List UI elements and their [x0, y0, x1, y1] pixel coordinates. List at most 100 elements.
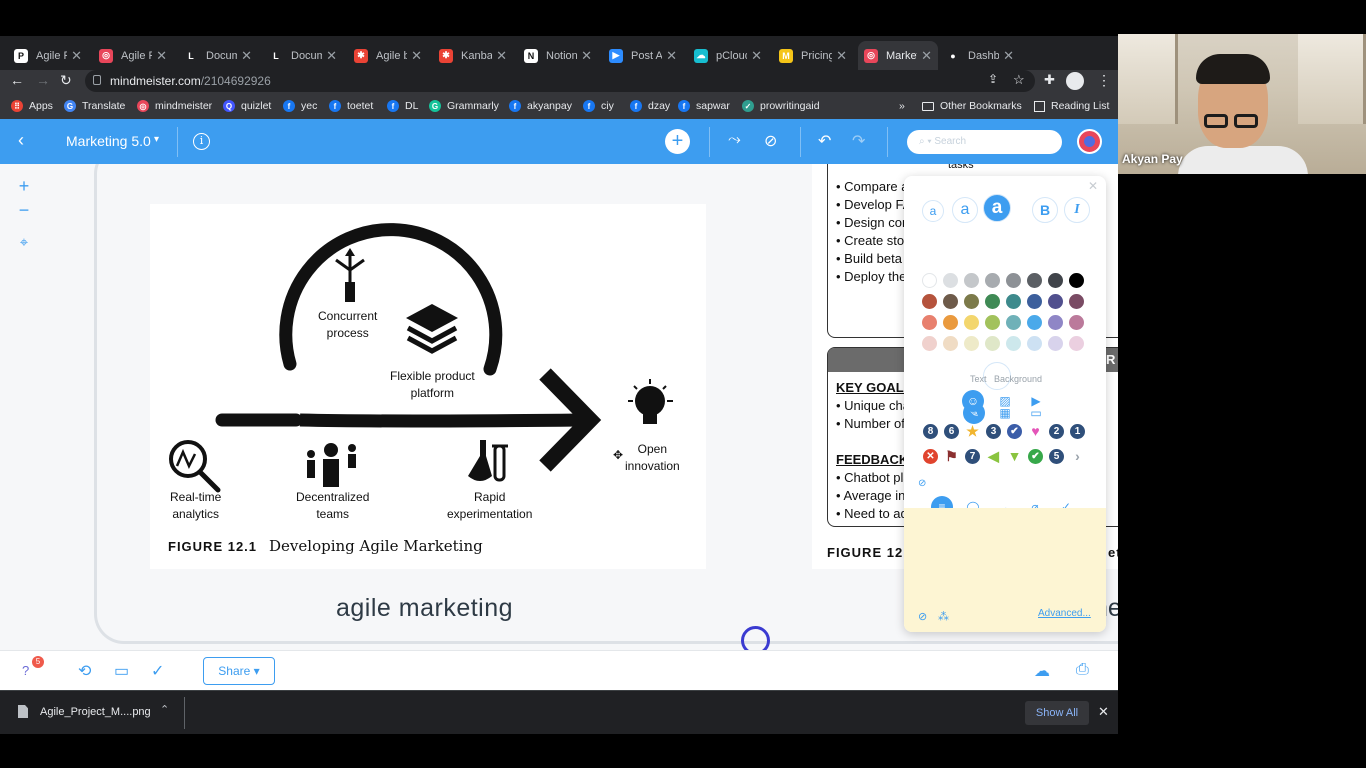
tab-close-icon[interactable]: ✕	[496, 48, 507, 64]
marker-icon[interactable]: 5	[1049, 449, 1064, 464]
browser-tab[interactable]: L Docume✕	[178, 41, 258, 70]
video-tab-icon[interactable]: ▶	[1025, 390, 1047, 412]
color-swatch[interactable]	[1006, 294, 1021, 309]
cloud-download-icon[interactable]: ☁	[1034, 661, 1050, 681]
bookmark-item[interactable]: f akyanpay	[509, 100, 572, 112]
font-size-large-button[interactable]: a	[983, 194, 1011, 222]
marker-icon[interactable]: 1	[1070, 424, 1085, 439]
tab-close-icon[interactable]: ✕	[836, 48, 847, 64]
browser-tab[interactable]: ✱ Agile ba✕	[348, 41, 428, 70]
bookmark-item[interactable]: ⠿ Apps	[11, 100, 53, 112]
bold-button[interactable]: B	[1032, 197, 1058, 223]
color-swatch[interactable]	[943, 294, 958, 309]
color-swatch[interactable]	[985, 273, 1000, 288]
info-icon[interactable]: i	[193, 133, 210, 150]
tab-close-icon[interactable]: ✕	[241, 48, 252, 64]
tab-close-icon[interactable]: ✕	[581, 48, 592, 64]
tab-close-icon[interactable]: ✕	[411, 48, 422, 64]
other-bookmarks-folder[interactable]: Other Bookmarks	[922, 100, 1022, 112]
color-swatch[interactable]	[1069, 315, 1084, 330]
zoom-in-icon[interactable]: +	[12, 176, 36, 200]
marker-icon[interactable]: ✔	[1007, 424, 1022, 439]
browser-menu-icon[interactable]: ⋮	[1097, 72, 1111, 89]
color-swatch[interactable]	[964, 294, 979, 309]
color-swatch[interactable]	[985, 336, 1000, 351]
marker-icon[interactable]: 2	[1049, 424, 1064, 439]
color-swatch[interactable]	[964, 336, 979, 351]
marker-icon[interactable]: ✕	[923, 449, 938, 464]
bookmark-item[interactable]: f DL	[387, 100, 418, 112]
color-swatch[interactable]	[1069, 273, 1084, 288]
color-swatch[interactable]	[985, 315, 1000, 330]
tab-close-icon[interactable]: ✕	[326, 48, 337, 64]
back-to-dashboard-icon[interactable]: ‹	[18, 130, 24, 151]
tab-close-icon[interactable]: ✕	[921, 48, 932, 64]
browser-tab[interactable]: L Docume✕	[263, 41, 343, 70]
color-swatch[interactable]	[922, 315, 937, 330]
show-all-downloads-button[interactable]: Show All	[1025, 701, 1089, 725]
color-swatch[interactable]	[943, 273, 958, 288]
close-icon[interactable]: ✕	[1088, 179, 1098, 193]
bookmark-item[interactable]: f toetet	[329, 100, 373, 112]
color-swatch[interactable]	[1027, 294, 1042, 309]
browser-tab[interactable]: N Notion ✕	[518, 41, 598, 70]
marker-icon[interactable]: ✔	[1028, 449, 1043, 464]
marker-icon[interactable]: ▼	[1007, 449, 1022, 464]
bookmark-item[interactable]: f yec	[283, 100, 317, 112]
bookmark-item[interactable]: G Grammarly	[429, 100, 499, 112]
marker-icon[interactable]: 8	[923, 424, 938, 439]
chevron-up-icon[interactable]: ⌃	[160, 703, 169, 716]
color-swatch[interactable]	[1006, 336, 1021, 351]
marker-icon[interactable]: ★	[965, 424, 980, 439]
reading-list-button[interactable]: Reading List	[1034, 100, 1109, 112]
tasks-check-icon[interactable]: ✓	[151, 661, 164, 681]
marker-icon[interactable]: 3	[986, 424, 1001, 439]
marker-icon[interactable]: 7	[965, 449, 980, 464]
browser-tab[interactable]: ◎ Marketi ✕	[858, 41, 938, 70]
bookmark-item[interactable]: f dzay	[630, 100, 670, 112]
tab-close-icon[interactable]: ✕	[1003, 48, 1014, 64]
marker-icon[interactable]: ♥	[1028, 424, 1043, 439]
bookmarks-overflow-button[interactable]: »	[899, 100, 905, 112]
clear-icon[interactable]: ⊘	[918, 478, 926, 489]
marker-icon[interactable]: ⚑	[944, 449, 959, 464]
reload-icon[interactable]: ↻	[60, 72, 72, 89]
advanced-link[interactable]: Advanced...	[1038, 608, 1091, 619]
font-size-small-button[interactable]: a	[922, 200, 944, 222]
tab-close-icon[interactable]: ✕	[71, 48, 82, 64]
italic-button[interactable]: I	[1064, 197, 1090, 223]
bookmark-item[interactable]: ✓ prowritingaid	[742, 100, 820, 112]
marker-icon[interactable]: 6	[944, 424, 959, 439]
redo-icon[interactable]: ↷	[852, 131, 865, 151]
browser-tab[interactable]: ● Dashbo✕	[940, 41, 1020, 70]
color-swatch[interactable]	[922, 273, 937, 288]
chevron-down-icon[interactable]: ▾	[154, 134, 159, 145]
color-swatch[interactable]	[1006, 273, 1021, 288]
color-swatch[interactable]	[985, 294, 1000, 309]
color-swatch[interactable]	[943, 315, 958, 330]
topic-label[interactable]: agile marketing	[336, 594, 513, 623]
color-swatch[interactable]	[1048, 315, 1063, 330]
color-swatch[interactable]	[1027, 273, 1042, 288]
bookmark-item[interactable]: f sapwar	[678, 100, 730, 112]
color-swatch[interactable]	[1006, 315, 1021, 330]
extensions-icon[interactable]: ✚	[1044, 72, 1055, 88]
mind-map-canvas[interactable]: + − ⌖ Concurrent process Flexible produc…	[0, 164, 1118, 650]
bookmark-star-icon[interactable]: ☆	[1013, 72, 1025, 88]
color-swatch[interactable]	[1048, 336, 1063, 351]
figure-image[interactable]: Concurrent process Flexible product plat…	[150, 204, 706, 569]
help-icon[interactable]: ?	[22, 663, 29, 678]
browser-tab[interactable]: M Pricing ✕	[773, 41, 853, 70]
add-topic-button[interactable]: +	[665, 129, 690, 154]
color-swatch[interactable]	[922, 336, 937, 351]
download-item[interactable]: Agile_Project_M....png	[18, 705, 151, 718]
bookmark-item[interactable]: G Translate	[64, 100, 125, 112]
share-button[interactable]: Share ▾	[203, 657, 275, 685]
share-page-icon[interactable]: ⇪	[988, 72, 998, 86]
font-size-medium-button[interactable]: a	[952, 197, 978, 223]
browser-tab[interactable]: ✱ Kanban✕	[433, 41, 513, 70]
user-avatar[interactable]	[1077, 129, 1102, 154]
marker-icon[interactable]: ›	[1070, 449, 1085, 464]
close-downloads-icon[interactable]: ✕	[1098, 704, 1109, 720]
forward-icon[interactable]: →	[36, 72, 50, 88]
